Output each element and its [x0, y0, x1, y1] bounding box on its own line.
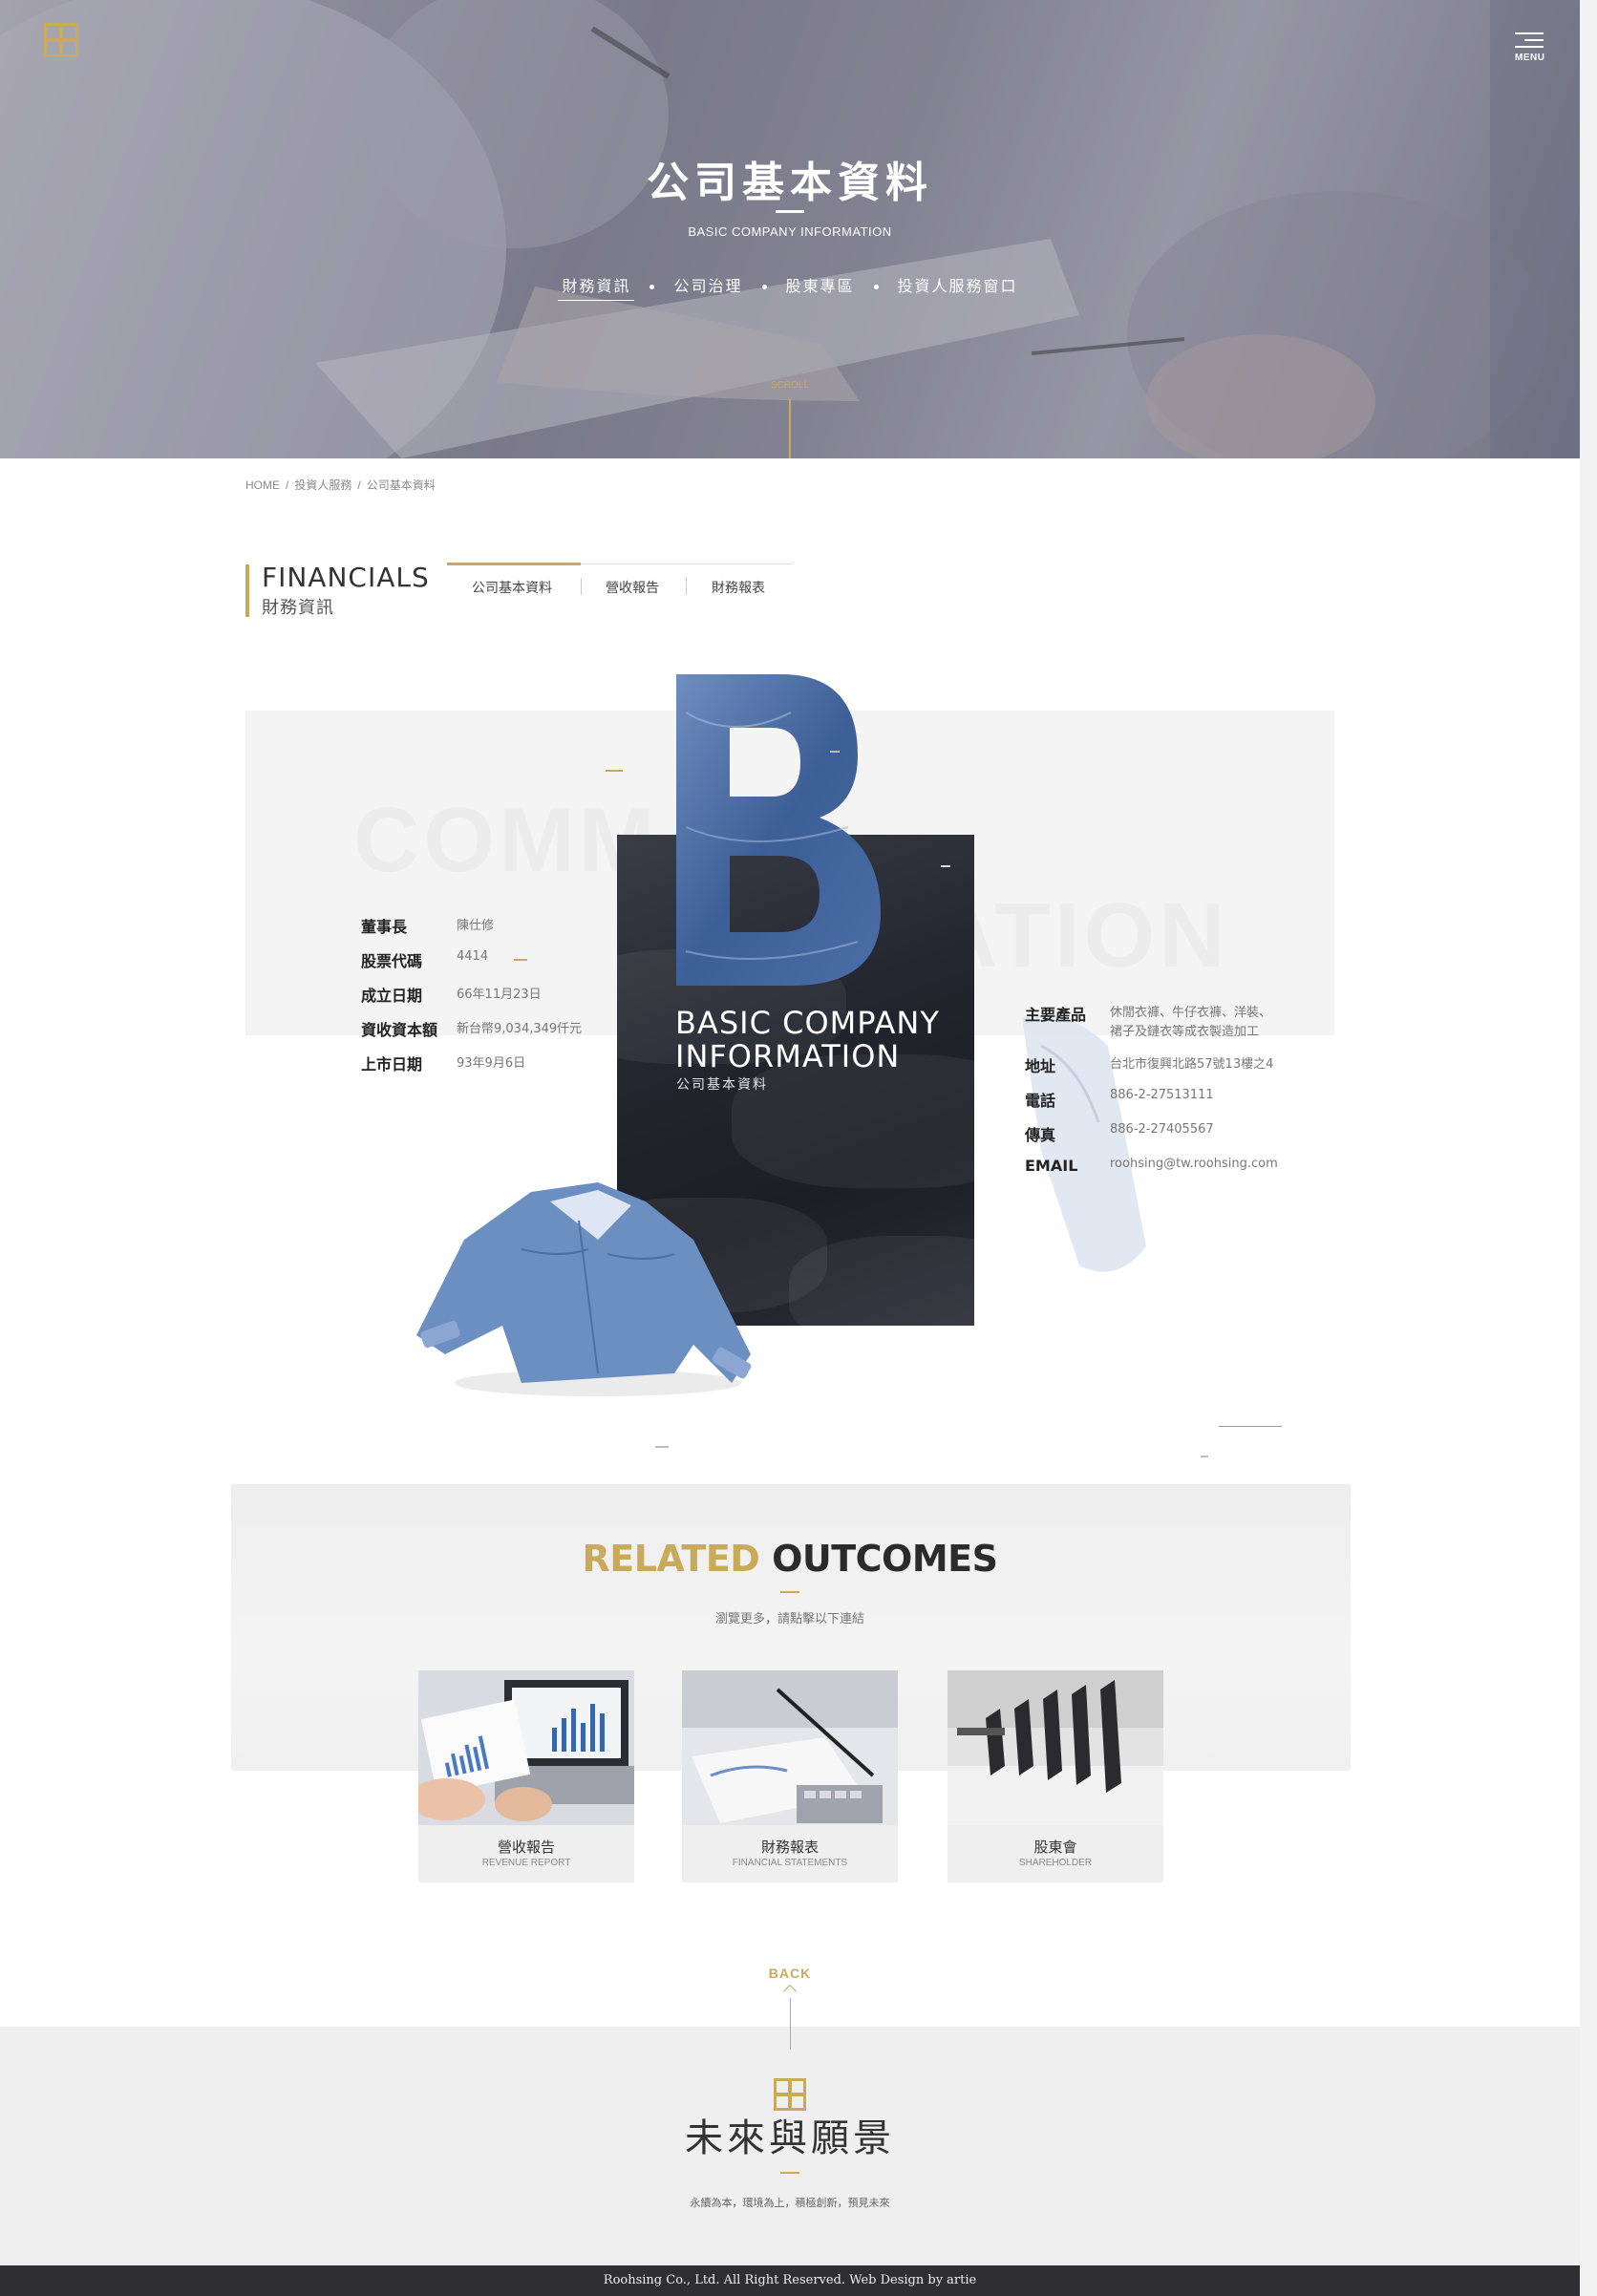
menu-label: MENU	[1515, 53, 1545, 63]
card-title-zh: 財務報表	[760, 1839, 819, 1856]
info-label: 電話	[1025, 1092, 1056, 1110]
card-revenue-report[interactable]: 營收報告 REVENUE REPORT	[418, 1670, 634, 1882]
info-label: 上市日期	[361, 1055, 423, 1074]
card-financial-statements[interactable]: 財務報表 FINANCIAL STATEMENTS	[682, 1670, 898, 1882]
info-value: 陳仕修	[457, 919, 495, 933]
section-title-zh: 財務資訊	[262, 598, 334, 618]
info-label: 資收資本額	[361, 1021, 438, 1039]
decor-dash	[514, 959, 527, 961]
nav-dot	[873, 285, 879, 289]
related-divider	[780, 1591, 799, 1593]
nav-financial-info[interactable]: 財務資訊	[558, 273, 635, 301]
card-title-zh: 營收報告	[497, 1839, 555, 1856]
breadcrumb-home[interactable]: HOME	[245, 478, 280, 492]
nav-dot	[761, 285, 767, 289]
section-title-en: FINANCIALS	[262, 562, 430, 593]
decor-dash	[606, 770, 623, 772]
panel-title: BASIC COMPANY INFORMATION	[675, 1007, 940, 1074]
info-value: 66年11月23日	[457, 988, 542, 1002]
back-line	[790, 1998, 791, 2050]
decor-dash	[1201, 1456, 1208, 1457]
financial-tabs: 公司基本資料 營收報告 財務報表	[447, 563, 793, 606]
tab-revenue-report[interactable]: 營收報告	[606, 578, 659, 597]
email-link[interactable]: roohsing@tw.roohsing.com	[1110, 1157, 1278, 1171]
info-label: 董事長	[361, 918, 408, 936]
footer-title: 未來與願景	[685, 2116, 895, 2160]
page-subtitle: BASIC COMPANY INFORMATION	[688, 224, 892, 239]
nav-shareholders[interactable]: 股東專區	[782, 273, 859, 300]
info-label: EMAIL	[1025, 1157, 1078, 1175]
tab-financial-statements[interactable]: 財務報表	[712, 578, 765, 597]
info-value: 886-2-27405567	[1110, 1122, 1214, 1137]
panel-subtitle: 公司基本資料	[676, 1077, 768, 1093]
info-label: 股票代碼	[361, 952, 423, 970]
section-accent-bar	[245, 564, 249, 617]
decor-dash	[941, 865, 950, 867]
card-shareholder[interactable]: 股東會 SHAREHOLDER	[948, 1670, 1163, 1882]
nav-investor-contact[interactable]: 投資人服務窗口	[894, 273, 1022, 300]
section-nav: 財務資訊 公司治理 股東專區 投資人服務窗口	[0, 273, 1580, 301]
info-label: 主要產品	[1025, 1006, 1087, 1024]
card-title-en: SHAREHOLDER	[1018, 1858, 1093, 1868]
footer-logo-icon	[774, 2078, 806, 2111]
breadcrumb: HOME / 投資人服務 / 公司基本資料	[245, 477, 441, 493]
denim-jacket-image	[416, 1182, 752, 1396]
panel-title-line2: INFORMATION	[675, 1038, 901, 1074]
tab-active-indicator	[447, 563, 581, 565]
shareholder-image	[948, 1670, 1163, 1825]
decor-dash	[830, 751, 840, 753]
info-value: 新台幣9,034,349仟元	[457, 1022, 583, 1036]
related-title-gold: RELATED	[582, 1538, 760, 1580]
breadcrumb-investor[interactable]: 投資人服務	[294, 478, 351, 492]
ghost-text-left: COMM	[353, 789, 659, 891]
related-description: 瀏覽更多，請點擊以下連結	[714, 1612, 864, 1626]
info-value: 93年9月6日	[457, 1056, 526, 1071]
info-value: 886-2-27513111	[1110, 1088, 1214, 1102]
card-title-en: REVENUE REPORT	[481, 1858, 571, 1868]
info-label: 成立日期	[361, 987, 423, 1005]
card-title-zh: 股東會	[1033, 1839, 1077, 1856]
logo-icon[interactable]	[44, 23, 78, 57]
panel-title-line1: BASIC COMPANY	[675, 1005, 940, 1041]
scrollbar-track[interactable]	[1580, 0, 1597, 2296]
footer-divider	[780, 2172, 799, 2174]
back-button[interactable]: BACK	[0, 1966, 1580, 1981]
scroll-line	[789, 399, 791, 458]
letter-b-graphic	[676, 674, 881, 986]
ghost-text-right: ATION	[931, 884, 1229, 987]
breadcrumb-current: 公司基本資料	[366, 478, 436, 492]
decor-dash	[1219, 1426, 1282, 1427]
revenue-report-image	[418, 1670, 634, 1825]
jeans-leg-image	[1022, 1015, 1146, 1272]
back-arrow-icon	[782, 1984, 798, 1999]
info-value: 休閒衣褲、牛仔衣褲、洋裝、	[1110, 1006, 1272, 1020]
info-value: 4414	[457, 949, 489, 964]
scroll-label[interactable]: SCROLL	[0, 380, 1580, 391]
page-title: 公司基本資料	[647, 159, 933, 207]
related-title-dark: OUTCOMES	[772, 1538, 998, 1580]
related-title: RELATED OUTCOMES	[0, 1538, 1580, 1580]
info-value: 裙子及鏈衣等成衣製造加工	[1110, 1025, 1260, 1039]
footer-slogan: 永續為本，環境為上，積極創新，預見未來	[690, 2197, 890, 2209]
nav-dot	[649, 285, 655, 289]
title-divider	[776, 210, 804, 213]
info-label: 傳真	[1025, 1126, 1056, 1144]
financial-statements-image	[682, 1670, 898, 1825]
info-value: 台北市復興北路57號13樓之4	[1110, 1057, 1274, 1072]
card-title-en: FINANCIAL STATEMENTS	[732, 1858, 848, 1868]
breadcrumb-sep: /	[286, 478, 289, 492]
menu-button[interactable]: MENU	[1515, 32, 1544, 71]
info-label: 地址	[1025, 1057, 1056, 1075]
decor-dash	[655, 1446, 669, 1448]
nav-governance[interactable]: 公司治理	[670, 273, 746, 300]
tab-company-info[interactable]: 公司基本資料	[472, 578, 552, 597]
breadcrumb-sep: /	[357, 478, 361, 492]
copyright-bar: Roohsing Co., Ltd. All Right Reserved. W…	[0, 2265, 1580, 2296]
